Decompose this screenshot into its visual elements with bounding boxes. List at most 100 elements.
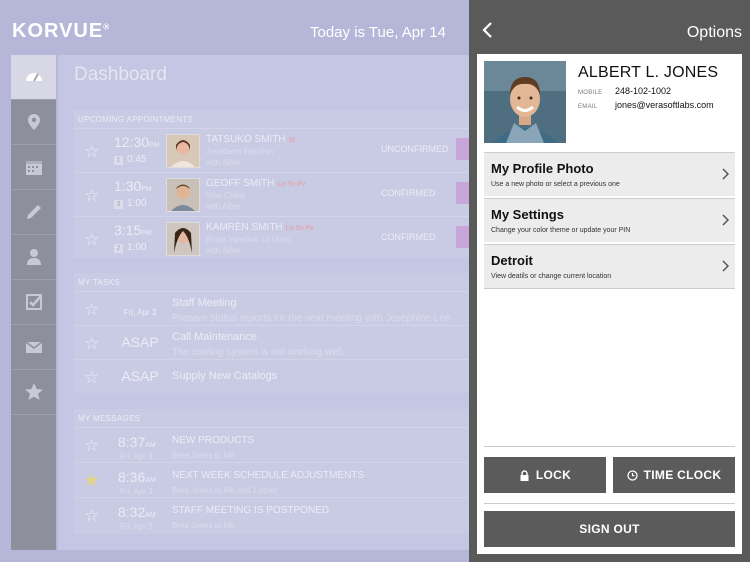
task-title: Supply New Catalogs [172, 370, 278, 382]
menu-item-my-settings[interactable]: My Settings Change your color theme or u… [484, 198, 735, 242]
section-label: MY TASKS [78, 278, 120, 287]
chevron-right-icon [722, 260, 729, 272]
options-header: Options [469, 0, 750, 55]
task-title: Staff Meeting [172, 297, 237, 309]
mobile-row: MOBILE 248-102-1002 [578, 86, 671, 96]
appointment-row[interactable]: ☆ 1:30PM 3 1:00 GEOFF SMITH Lo Sv Pv Wax C… [74, 172, 478, 216]
section-label: UPCOMING APPOINTMENTS [78, 115, 194, 124]
section-label: MY MESSAGES [78, 414, 141, 423]
divider [484, 288, 735, 289]
star-outline-icon[interactable]: ☆ [84, 230, 99, 250]
service-name: Juvederm Injection [206, 147, 274, 156]
message-row[interactable]: ☆ 8:32AM Fri, Apr 3 STAFF MEETING IS POS… [74, 497, 478, 532]
lock-icon [520, 469, 529, 481]
star-outline-icon[interactable]: ☆ [84, 506, 99, 526]
service-name: Wax Chest [206, 191, 245, 200]
location-pin-icon [27, 114, 40, 130]
status-badge: UNCONFIRMED [381, 144, 449, 154]
message-time: 8:37AM [118, 434, 156, 450]
sidebar-item-locations[interactable] [11, 100, 56, 145]
dashboard-content: Dashboard UPCOMING APPOINTMENTS ☆ 12:30P… [58, 55, 478, 550]
client-name: KAMREN SMITH Lo Sv Pv [206, 222, 314, 233]
menu-subtitle: Use a new photo or select a previous one [491, 181, 620, 188]
sidebar-item-favorites[interactable] [11, 370, 56, 415]
client-name: TATSUKO SMITH St [206, 134, 296, 145]
menu-subtitle: Change your color theme or update your P… [491, 227, 631, 234]
task-title: Call Maintenance [172, 331, 257, 343]
messages-section: MY MESSAGES ☆ 8:37AM Fri, Apr 3 NEW PROD… [74, 409, 478, 534]
email-address: jones@verasoftlabs.com [615, 100, 714, 110]
korvue-logo: KORVUE® [12, 20, 111, 42]
sidebar-item-calendar[interactable] [11, 145, 56, 190]
task-description: The cooling system is not working well. [172, 347, 345, 358]
profile-photo[interactable] [484, 61, 566, 143]
sidebar-item-notes[interactable] [11, 190, 56, 235]
appointment-duration: 3 1:00 [114, 198, 146, 209]
appointment-row[interactable]: ☆ 3:15PM 2 1:00 KAMREN SMITH Lo Sv Pv Boto… [74, 216, 478, 260]
appointment-row[interactable]: ☆ 12:30PM 1 0:45 TATSUKO SMITH St Juvederm… [74, 128, 478, 172]
email-row: EMAIL jones@verasoftlabs.com [578, 100, 714, 110]
message-time: 8:36AM [118, 469, 156, 485]
star-outline-icon[interactable]: ☆ [84, 186, 99, 206]
message-subject: STAFF MEETING IS POSTPONED [172, 505, 330, 516]
sign-out-button[interactable]: SIGN OUT [484, 511, 735, 547]
star-outline-icon[interactable]: ☆ [84, 436, 99, 456]
appointment-time: 1:30PM [114, 178, 152, 194]
menu-title: My Settings [491, 207, 564, 222]
status-badge: CONFIRMED [381, 232, 436, 242]
sidebar-item-clients[interactable] [11, 235, 56, 280]
email-label: EMAIL [578, 104, 598, 110]
clock-icon [627, 469, 638, 481]
sidebar-item-tasks[interactable] [11, 280, 56, 325]
star-outline-icon[interactable]: ☆ [84, 300, 99, 320]
task-description: Prepare status reports for the next meet… [172, 313, 451, 324]
star-outline-icon[interactable]: ☆ [84, 368, 99, 388]
menu-item-location[interactable]: Detroit View deatils or change current l… [484, 244, 735, 288]
appointment-duration: 1 0:45 [114, 154, 146, 165]
star-icon [24, 383, 43, 400]
back-button[interactable] [481, 22, 497, 40]
mobile-label: MOBILE [578, 90, 603, 96]
chevron-right-icon [722, 214, 729, 226]
calendar-icon [25, 161, 42, 175]
message-subject: NEW PRODUCTS [172, 435, 255, 446]
provider-name: with Alber [206, 246, 241, 255]
message-date: Fri, Apr 3 [120, 452, 153, 461]
message-date: Fri, Apr 3 [120, 487, 153, 496]
task-row[interactable]: ☆ ASAP Supply New Catalogs [74, 359, 478, 393]
message-row[interactable]: ★ 8:36AM Fri, Apr 3 NEXT WEEK SCHEDULE A… [74, 462, 478, 497]
lock-button[interactable]: LOCK [484, 457, 606, 493]
star-filled-icon[interactable]: ★ [84, 471, 99, 491]
envelope-icon [25, 341, 42, 353]
page-title: Dashboard [74, 64, 167, 85]
task-row[interactable]: ☆ ASAP Call Maintenance The cooling syst… [74, 325, 478, 359]
menu-item-profile-photo[interactable]: My Profile Photo Use a new photo or sele… [484, 152, 735, 196]
message-sender: Bree Jones to Me [172, 451, 235, 460]
message-time: 8:32AM [118, 504, 156, 520]
profile-name: ALBERT L. JONES [578, 64, 719, 81]
chevron-left-icon [482, 22, 492, 38]
today-date: Today is Tue, Apr 14 [310, 24, 446, 41]
menu-subtitle: View deatils or change current location [491, 273, 612, 280]
appointment-duration: 2 1:00 [114, 242, 146, 253]
tasks-section: MY TASKS ☆ Fri, Apr 3 Staff Meeting Prep… [74, 273, 478, 393]
star-outline-icon[interactable]: ☆ [84, 142, 99, 162]
star-outline-icon[interactable]: ☆ [84, 334, 99, 354]
message-sender: Bree Jones to Me and 1 other [172, 486, 278, 495]
provider-name: with Alber [206, 158, 241, 167]
time-clock-button[interactable]: TIME CLOCK [613, 457, 735, 493]
sidebar-item-messages[interactable] [11, 325, 56, 370]
message-date: Fri, Apr 3 [120, 522, 153, 531]
menu-title: Detroit [491, 253, 533, 268]
status-badge: CONFIRMED [381, 188, 436, 198]
message-subject: NEXT WEEK SCHEDULE ADJUSTMENTS [172, 470, 365, 481]
avatar [166, 134, 200, 168]
appointments-section: UPCOMING APPOINTMENTS ☆ 12:30PM 1 0:45 TA… [74, 110, 478, 258]
sidebar-item-dashboard[interactable] [11, 55, 56, 100]
message-row[interactable]: ☆ 8:37AM Fri, Apr 3 NEW PRODUCTS Bree Jo… [74, 427, 478, 462]
task-row[interactable]: ☆ Fri, Apr 3 Staff Meeting Prepare statu… [74, 291, 478, 325]
message-sender: Bree Jones to Me [172, 521, 235, 530]
divider [484, 446, 735, 447]
divider [484, 503, 735, 504]
appointment-time: 12:30PM [114, 134, 160, 150]
